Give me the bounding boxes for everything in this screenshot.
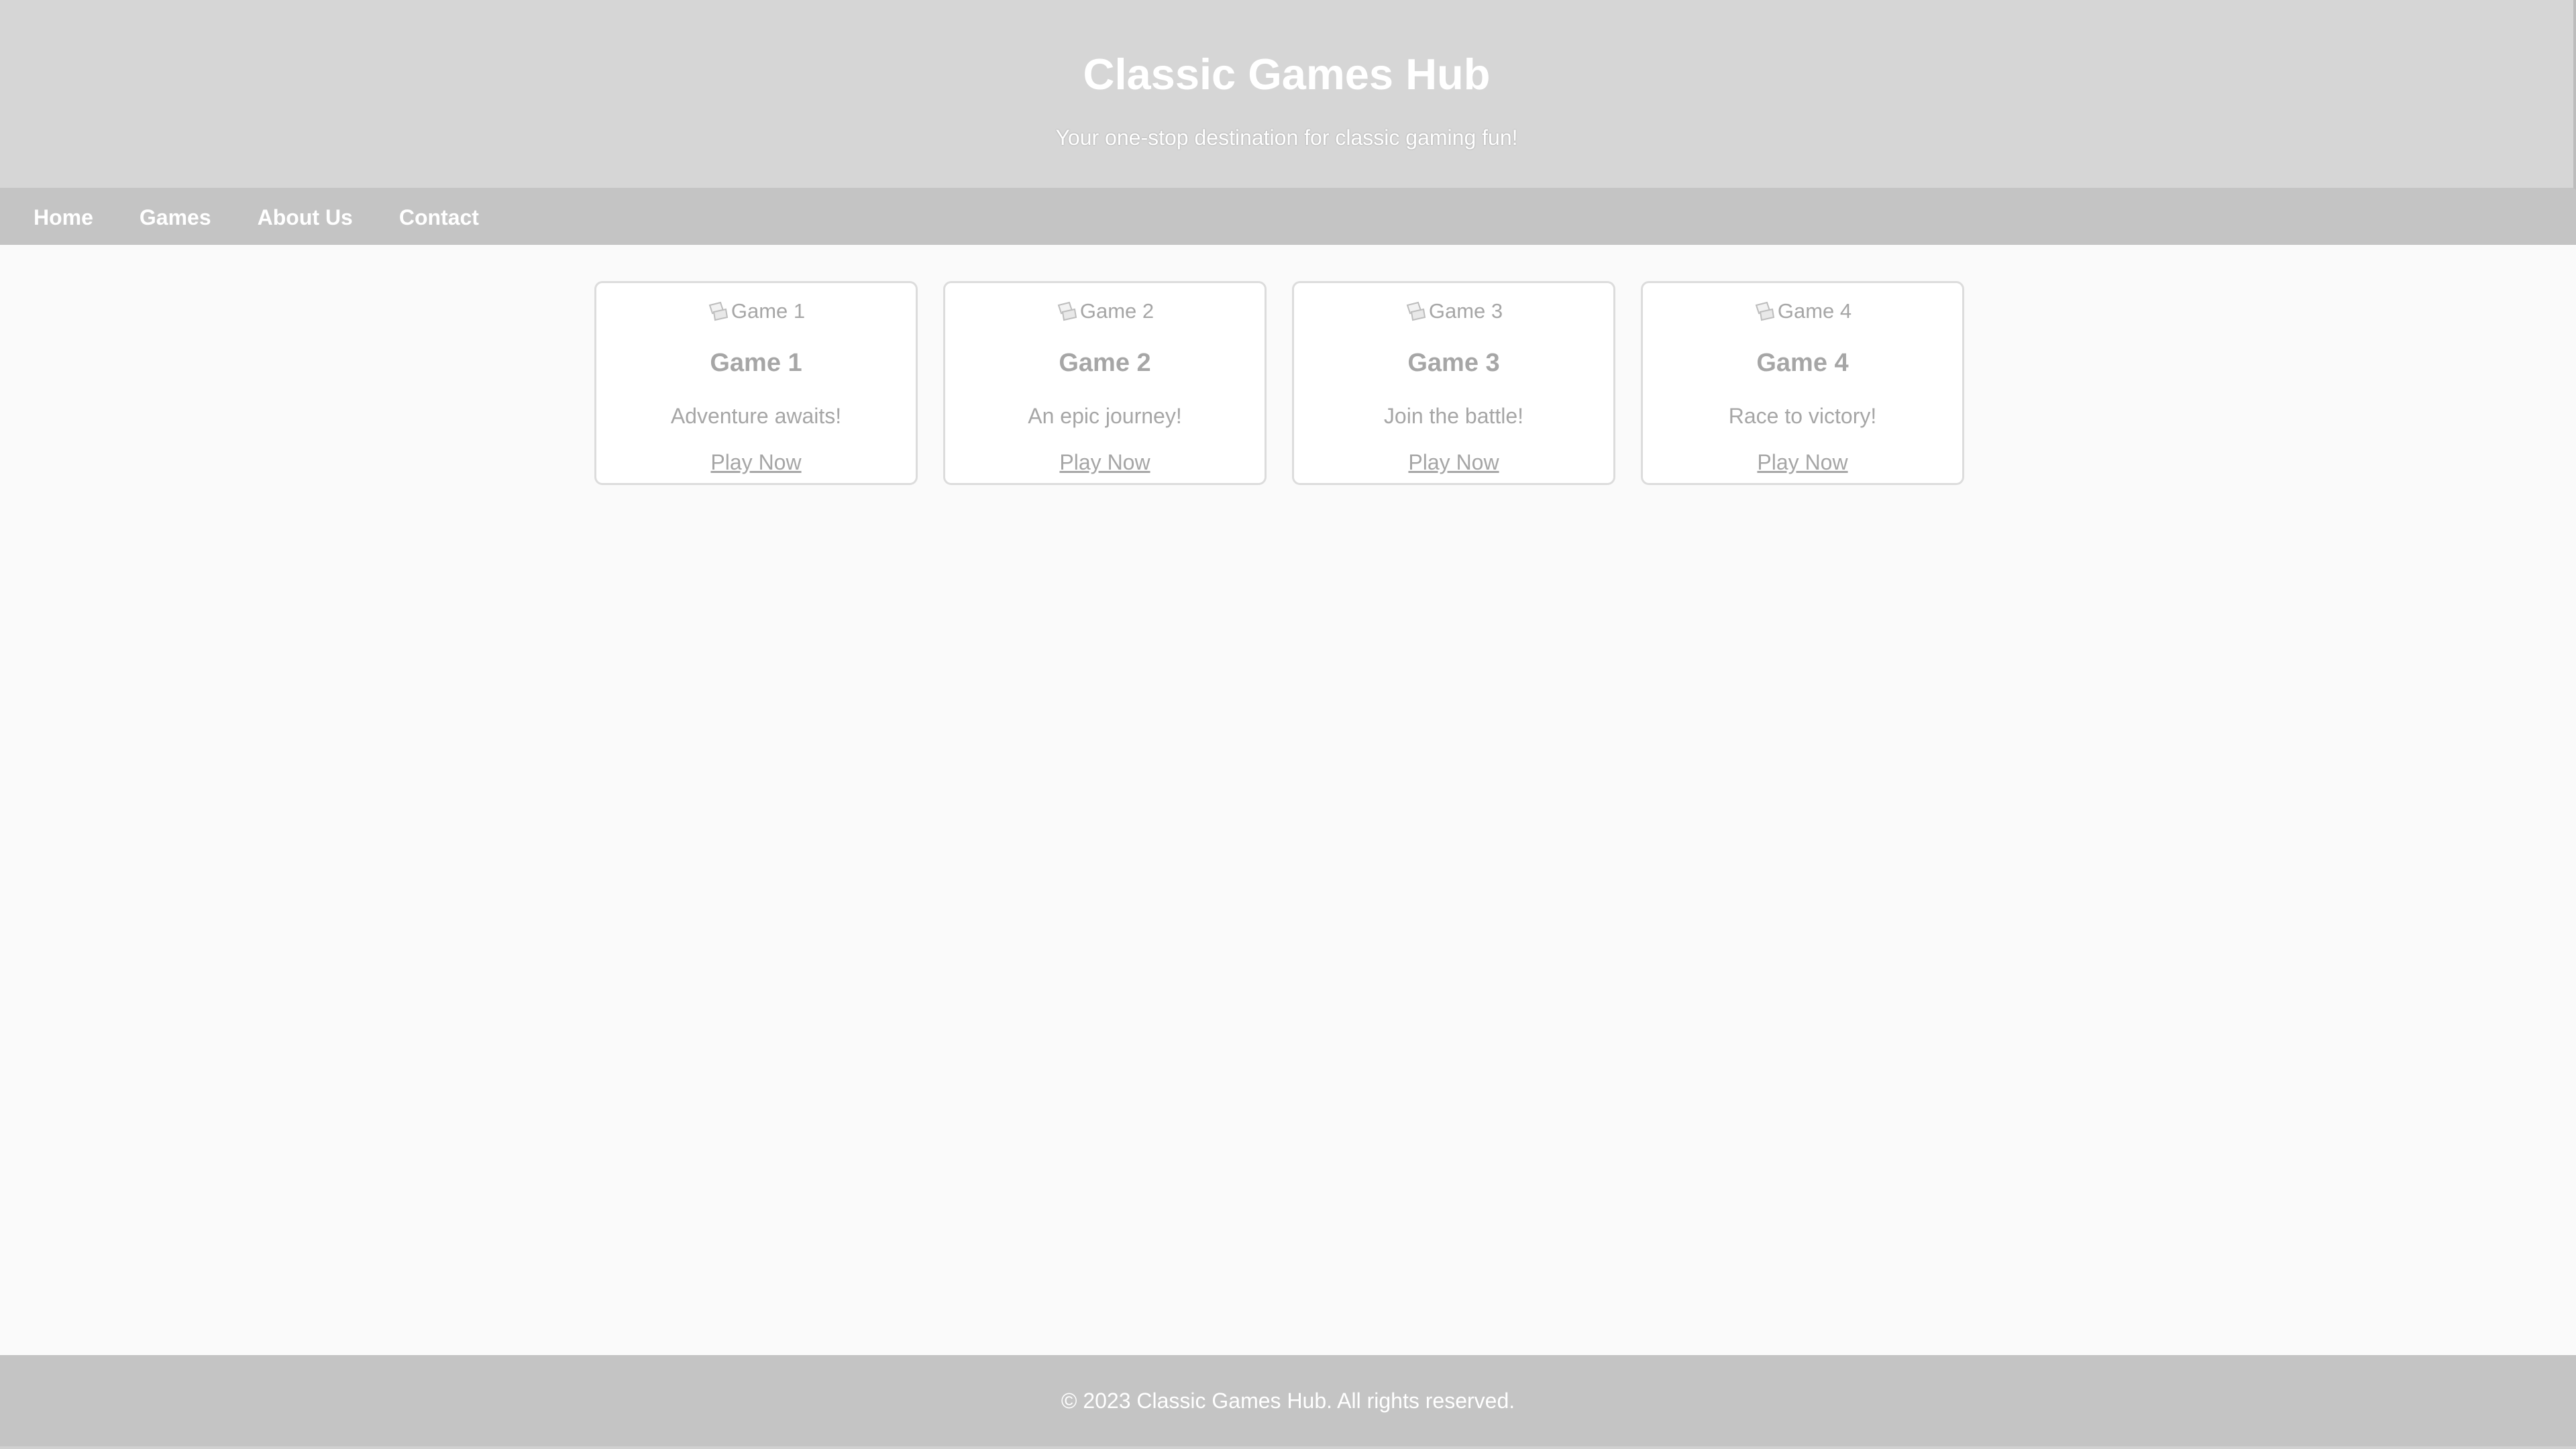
game-card: Game 4 Game 4 Race to victory! Play Now [1641, 281, 1964, 485]
games-grid: Game 1 Game 1 Adventure awaits! Play Now… [594, 281, 1964, 485]
game-image: Game 2 [945, 298, 1265, 325]
game-description: An epic journey! [1028, 404, 1182, 428]
game-title: Game 4 [1756, 349, 1849, 377]
game-card: Game 1 Game 1 Adventure awaits! Play Now [594, 281, 918, 485]
game-image: Game 4 [1643, 298, 1962, 325]
nav-link-about-us[interactable]: About Us [258, 204, 353, 231]
game-card: Game 2 Game 2 An epic journey! Play Now [943, 281, 1267, 485]
site-title: Classic Games Hub [1083, 50, 1491, 99]
game-image-alt: Game 3 [1428, 299, 1503, 323]
play-now-link[interactable]: Play Now [945, 449, 1265, 476]
game-image: Game 1 [596, 298, 916, 325]
broken-image-icon [1406, 301, 1426, 321]
play-now-link[interactable]: Play Now [596, 449, 916, 476]
site-tagline: Your one-stop destination for classic ga… [1055, 125, 1518, 150]
broken-image-icon [1057, 301, 1077, 321]
nav-link-games[interactable]: Games [140, 204, 211, 231]
play-now-link[interactable]: Play Now [1643, 449, 1962, 476]
game-description: Race to victory! [1728, 404, 1877, 428]
main-nav: Home Games About Us Contact [0, 190, 2576, 245]
game-card: Game 3 Game 3 Join the battle! Play Now [1292, 281, 1615, 485]
game-title: Game 3 [1407, 349, 1500, 377]
nav-link-home[interactable]: Home [34, 204, 93, 231]
footer-copyright: © 2023 Classic Games Hub. All rights res… [1061, 1389, 1515, 1413]
game-title: Game 2 [1059, 349, 1151, 377]
site-footer: © 2023 Classic Games Hub. All rights res… [0, 1355, 2576, 1449]
broken-image-icon [708, 301, 729, 321]
game-description: Join the battle! [1383, 404, 1524, 428]
game-image: Game 3 [1294, 298, 1613, 325]
site-header: Classic Games Hub Your one-stop destinat… [0, 0, 2576, 190]
game-image-alt: Game 4 [1777, 299, 1852, 323]
game-image-alt: Game 2 [1079, 299, 1155, 323]
broken-image-icon [1755, 301, 1775, 321]
game-title: Game 1 [710, 349, 802, 377]
play-now-link[interactable]: Play Now [1294, 449, 1613, 476]
game-image-alt: Game 1 [731, 299, 806, 323]
game-description: Adventure awaits! [670, 404, 842, 428]
nav-link-contact[interactable]: Contact [399, 204, 479, 231]
page: Classic Games Hub Your one-stop destinat… [0, 0, 2576, 1449]
